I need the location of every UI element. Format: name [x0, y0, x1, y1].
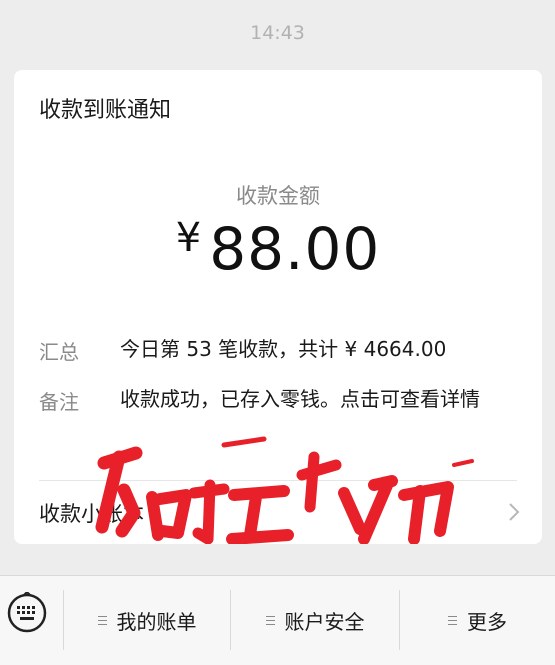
tab-label: 我的账单 — [116, 610, 197, 634]
card-title: 收款到账通知 — [39, 98, 172, 123]
menu-lines-icon — [97, 613, 107, 628]
menu-lines-icon — [448, 613, 457, 628]
remark-value: 收款成功，已存入零钱。点击可查看详情 — [120, 387, 480, 411]
message-timestamp: 14:43 — [250, 22, 305, 44]
ledger-link[interactable]: 收款小账本 — [14, 480, 542, 544]
tab-account-security[interactable]: 账户安全 — [231, 576, 399, 665]
payment-notification-card[interactable]: 收款到账通知 收款金额 ¥88.00 汇总 今日第 53 笔收款，共计 ¥ 46… — [14, 70, 542, 544]
bottom-menu-bar: 我的账单 账户安全 更多 — [0, 575, 555, 665]
remark-label: 备注 — [39, 390, 79, 414]
tab-my-bills[interactable]: 我的账单 — [64, 576, 230, 665]
currency-symbol: ¥ — [175, 215, 202, 261]
summary-value: 今日第 53 笔收款，共计 ¥ 4664.00 — [120, 337, 447, 361]
amount-label: 收款金额 — [236, 184, 320, 208]
summary-label: 汇总 — [39, 340, 79, 364]
amount-value: 88.00 — [209, 215, 381, 283]
keyboard-icon[interactable] — [6, 592, 48, 634]
tab-label: 账户安全 — [284, 610, 365, 634]
amount-display: ¥88.00 — [14, 218, 542, 278]
tab-more[interactable]: 更多 — [400, 576, 555, 665]
ledger-link-label: 收款小账本 — [39, 502, 144, 526]
tab-label: 更多 — [467, 610, 507, 634]
chevron-right-icon — [509, 503, 520, 521]
menu-lines-icon — [265, 613, 275, 628]
